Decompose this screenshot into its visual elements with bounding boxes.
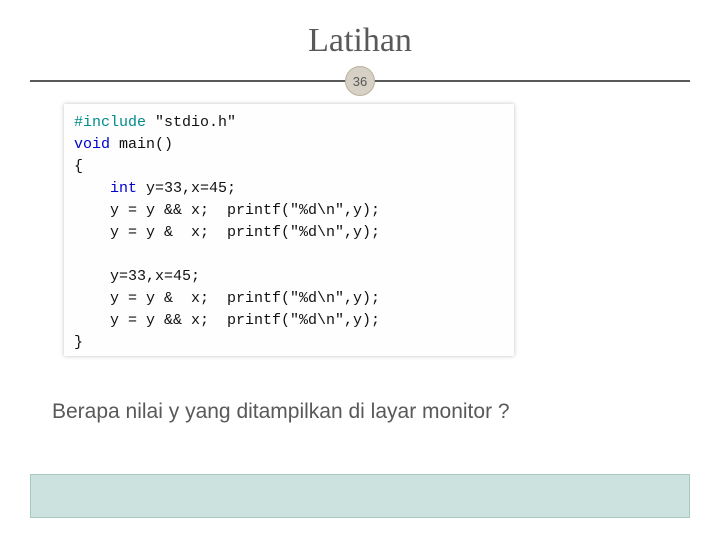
code-indent xyxy=(74,268,110,285)
code-line-6: y = y && x; printf("%d\n",y); xyxy=(110,312,380,329)
code-close-brace: } xyxy=(74,334,83,351)
question-text: Berapa nilai y yang ditampilkan di layar… xyxy=(52,400,510,424)
code-include-arg: "stdio.h" xyxy=(146,114,236,131)
slide-title: Latihan xyxy=(0,22,720,60)
page-number-badge: 36 xyxy=(345,66,375,96)
code-main-sig: main() xyxy=(110,136,173,153)
code-int-keyword: int xyxy=(110,180,137,197)
footer-bar xyxy=(30,474,690,518)
code-open-brace: { xyxy=(74,158,83,175)
code-line-3: y = y & x; printf("%d\n",y); xyxy=(110,224,380,241)
code-indent xyxy=(74,312,110,329)
code-indent xyxy=(74,180,110,197)
code-block: #include "stdio.h" void main() { int y=3… xyxy=(64,104,514,356)
code-void-keyword: void xyxy=(74,136,110,153)
code-line-2: y = y && x; printf("%d\n",y); xyxy=(110,202,380,219)
code-indent xyxy=(74,290,110,307)
code-indent xyxy=(74,224,110,241)
slide: Latihan 36 #include "stdio.h" void main(… xyxy=(0,0,720,540)
code-line-4: y=33,x=45; xyxy=(110,268,200,285)
code-decl1: y=33,x=45; xyxy=(137,180,236,197)
code-include-keyword: #include xyxy=(74,114,146,131)
code-indent xyxy=(74,202,110,219)
code-line-5: y = y & x; printf("%d\n",y); xyxy=(110,290,380,307)
